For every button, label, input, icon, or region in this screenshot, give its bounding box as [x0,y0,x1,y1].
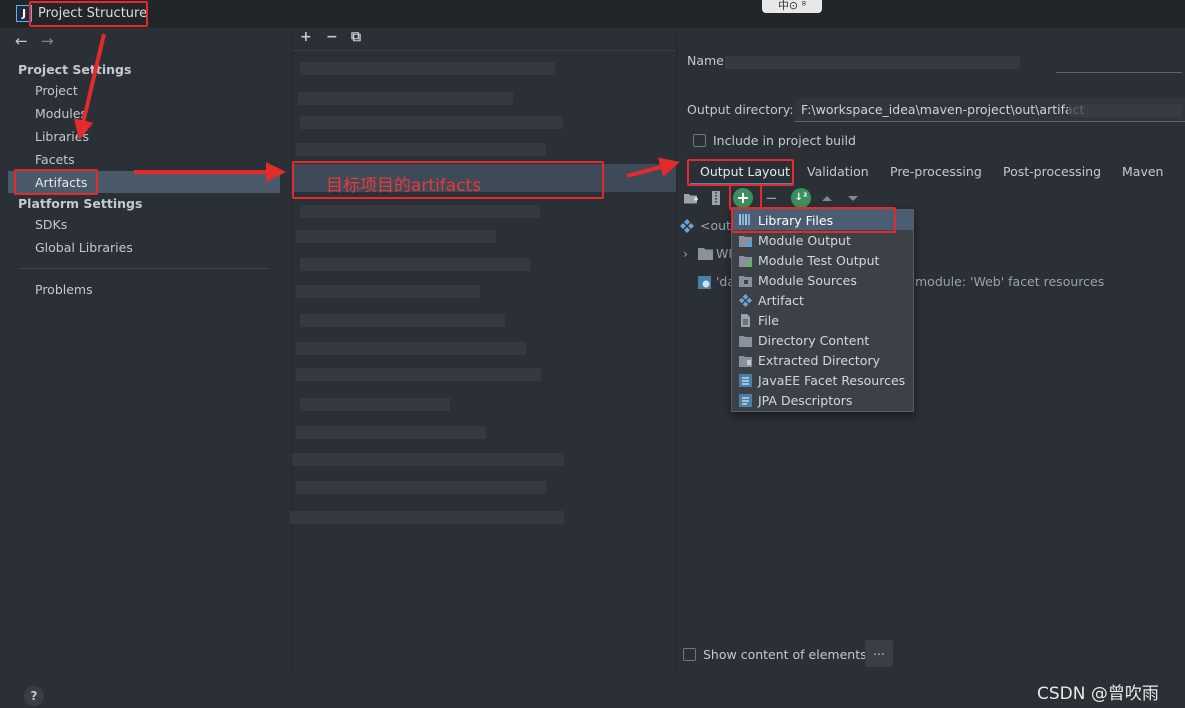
blurred-list-row [296,143,546,156]
annotation-box-output-layout [687,159,794,186]
javaee-facet-resources-icon [739,374,752,387]
title-bar [0,0,1185,28]
blurred-list-row [300,62,555,75]
nav-item-libraries[interactable]: Libraries [35,129,89,144]
more-options-button[interactable]: ... [865,640,893,667]
project-settings-header: Project Settings [18,62,132,77]
blurred-list-row [292,453,564,466]
menu-item-module-output[interactable]: Module Output [758,233,851,248]
module-test-output-icon [739,256,752,267]
blurred-list-row [300,398,450,411]
annotation-box-target-artifacts [292,161,604,199]
csdn-watermark: CSDN @曾吹雨 [1037,684,1159,704]
blurred-list-row [296,285,480,298]
module-output-icon [739,236,752,247]
name-field[interactable] [1056,72,1182,73]
blurred-list-row [296,230,496,243]
remove-artifact-icon[interactable]: − [326,29,338,45]
web-facet-icon [698,276,711,289]
copy-artifact-icon[interactable]: ⧉ [351,29,361,45]
blurred-list-row [296,368,541,381]
move-down-icon[interactable] [845,190,861,206]
nav-item-modules[interactable]: Modules [35,106,87,121]
new-directory-icon[interactable] [683,190,699,206]
annotation-box-library-files [731,207,896,233]
blurred-list-row [296,342,526,355]
tab-validation[interactable]: Validation [807,164,869,179]
artifact-icon [739,294,752,307]
blurred-list-row [300,116,563,129]
tab-post-processing[interactable]: Post-processing [1003,164,1101,179]
help-button[interactable]: ? [24,686,44,706]
output-directory-value: F:\workspace_idea\maven-project\out\arti… [801,102,1085,117]
blurred-list-row [298,92,513,105]
menu-item-artifact[interactable]: Artifact [758,293,804,308]
remove-element-icon[interactable]: − [765,189,778,207]
menu-item-jpa-descriptors[interactable]: JPA Descriptors [758,393,852,408]
menu-item-extracted-directory[interactable]: Extracted Directory [758,353,880,368]
menu-item-file[interactable]: File [758,313,779,328]
blurred-list-row [296,481,546,494]
menu-item-module-sources[interactable]: Module Sources [758,273,857,288]
list-toolbar-divider [292,50,676,51]
file-icon [741,314,750,327]
nav-item-project[interactable]: Project [35,83,78,98]
nav-item-problems[interactable]: Problems [35,282,93,297]
platform-settings-header: Platform Settings [18,196,143,211]
blurred-list-row [296,426,486,439]
nav-item-facets[interactable]: Facets [35,152,75,167]
nav-item-sdks[interactable]: SDKs [35,217,67,232]
sort-elements-button[interactable]: ↓² [791,188,811,208]
jpa-descriptors-icon [739,394,752,407]
menu-item-javaee-facet-resources[interactable]: JavaEE Facet Resources [758,373,905,388]
annotation-box-title [29,1,148,27]
annotation-box-artifacts [14,169,98,195]
tree-web-facet-resources[interactable]: module: 'Web' facet resources [915,274,1104,289]
tab-maven[interactable]: Maven [1122,164,1163,179]
artifact-root-icon [680,219,694,233]
include-in-build-checkbox[interactable] [693,134,706,147]
show-content-checkbox[interactable] [683,648,696,661]
archive-icon[interactable] [708,190,724,206]
show-content-label: Show content of elements [703,647,867,662]
blurred-list-row [300,205,540,218]
menu-item-directory-content[interactable]: Directory Content [758,333,869,348]
include-in-build-label: Include in project build [713,133,856,148]
blurred-list-row [300,314,505,327]
blurred-list-row [290,511,564,524]
menu-item-module-test-output[interactable]: Module Test Output [758,253,879,268]
extracted-directory-icon [739,356,752,367]
folder-icon [698,248,713,260]
nav-item-global-libraries[interactable]: Global Libraries [35,240,133,255]
back-arrow-icon[interactable]: ← [15,32,28,50]
tree-expand-chevron-icon[interactable]: › [683,246,688,261]
name-label: Name [687,53,724,68]
blurred-path-tail [1068,104,1182,117]
forward-arrow-icon[interactable]: → [41,32,54,50]
blurred-name-value [725,56,1020,69]
nav-divider [18,268,270,269]
settings-nav-panel [8,28,284,673]
input-method-widget: 中⊙ ⁸ [762,0,822,13]
module-sources-icon [739,276,752,287]
output-directory-label: Output directory: [687,102,794,117]
move-up-icon[interactable] [819,190,835,206]
tab-pre-processing[interactable]: Pre-processing [890,164,982,179]
directory-content-icon [739,336,752,347]
add-artifact-icon[interactable]: + [300,29,312,45]
blurred-list-row [300,258,530,271]
